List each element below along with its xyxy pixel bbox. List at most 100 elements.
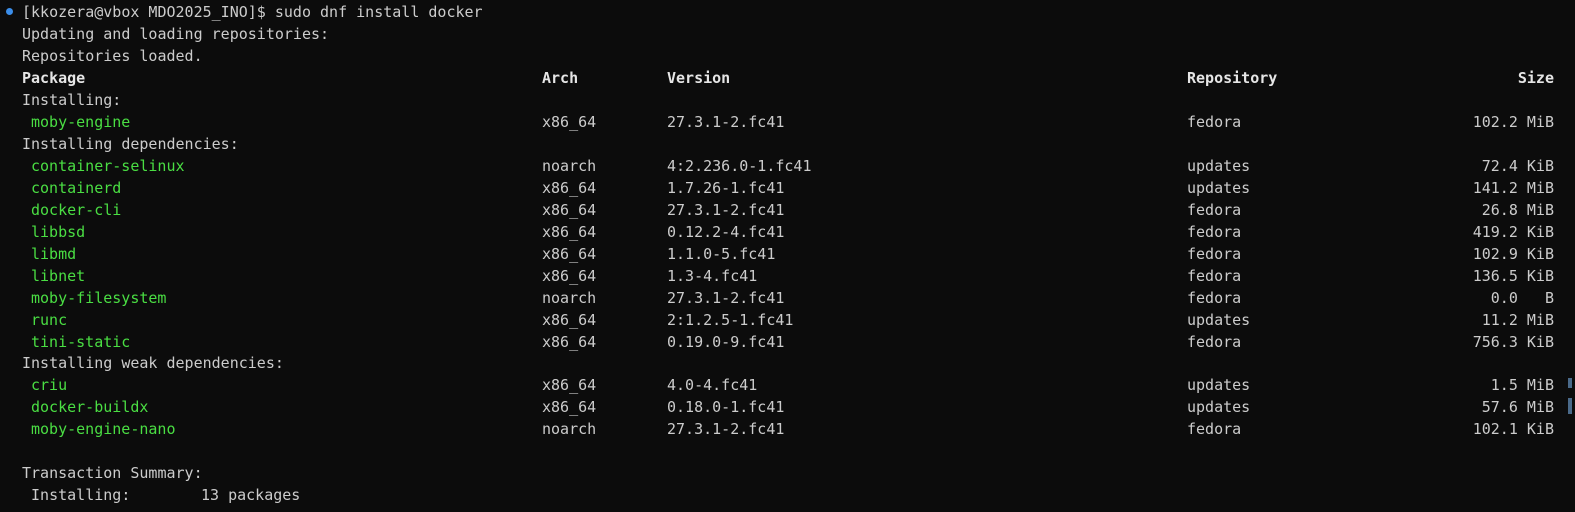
scroll-marker [1568,398,1572,414]
package-repository: fedora [1187,201,1242,219]
table-row: criu x86_64 4.0-4.fc41 updates 1.5 MiB [0,374,1560,396]
scroll-marker [1568,378,1572,388]
table-row: moby-engine x86_64 27.3.1-2.fc41 fedora 102.… [0,111,1560,133]
package-version: 4.0-4.fc41 [667,376,758,394]
package-size: 26.8 MiB [1481,201,1554,219]
package-arch: x86_64 [542,333,597,351]
package-size: 102.9 KiB [1472,245,1554,263]
package-name: container-selinux [31,157,185,175]
package-version: 1.1.0-5.fc41 [667,245,776,263]
header-repository: Repository [1187,69,1278,87]
package-name: moby-filesystem [31,289,167,307]
command: sudo dnf install docker [274,3,483,21]
package-size: 102.2 MiB [1472,113,1554,131]
table-row: tini-static x86_64 0.19.0-9.fc41 fedora 756.… [0,331,1560,353]
package-name: runc [31,311,68,329]
package-version: 27.3.1-2.fc41 [667,289,785,307]
package-name: libnet [31,267,86,285]
package-name: libbsd [31,223,86,241]
table-row: docker-cli x86_64 27.3.1-2.fc41 fedora 26.8 … [0,199,1560,221]
prompt: [kkozera@vbox MDO2025_INO]$ [22,3,275,21]
package-repository: updates [1187,157,1251,175]
package-repository: fedora [1187,223,1242,241]
section-dependencies: Installing dependencies: [22,135,239,153]
package-name: moby-engine [31,113,131,131]
table-row: moby-engine-nano noarch 27.3.1-2.fc41 fedor… [0,418,1560,440]
header-size: Size [1517,69,1554,87]
section-weak-dependencies: Installing weak dependencies: [22,354,284,372]
package-version: 27.3.1-2.fc41 [667,201,785,219]
package-arch: x86_64 [542,201,597,219]
package-name: tini-static [31,333,131,351]
header-version: Version [667,69,731,87]
package-arch: x86_64 [542,311,597,329]
package-size: 756.3 KiB [1472,333,1554,351]
package-arch: x86_64 [542,376,597,394]
package-repository: fedora [1187,289,1242,307]
package-arch: x86_64 [542,267,597,285]
summary-installing-label: Installing: [22,486,131,504]
prompt-marker-icon [6,8,13,15]
summary-installing-value: 13 packages [201,486,301,504]
package-size: 0.0 B [1490,289,1554,307]
package-version: 1.3-4.fc41 [667,267,758,285]
section-installing: Installing: [22,91,122,109]
package-arch: noarch [542,289,597,307]
scrollbar[interactable] [1561,0,1575,512]
terminal-window[interactable]: [kkozera@vbox MDO2025_INO]$ sudo dnf ins… [0,0,1575,512]
package-version: 0.19.0-9.fc41 [667,333,785,351]
package-version: 27.3.1-2.fc41 [667,113,785,131]
package-name: moby-engine-nano [31,420,176,438]
table-header: Package Arch Version Repository Size [0,67,1560,89]
package-version: 1.7.26-1.fc41 [667,179,785,197]
package-name: docker-cli [31,201,122,219]
summary-installing: Installing: 13 packages [0,484,1560,506]
package-size: 57.6 MiB [1481,398,1554,416]
package-repository: fedora [1187,333,1242,351]
package-version: 27.3.1-2.fc41 [667,420,785,438]
table-row: runc x86_64 2:1.2.5-1.fc41 updates 11.2 MiB [0,309,1560,331]
package-repository: updates [1187,179,1251,197]
command-line: [kkozera@vbox MDO2025_INO]$ sudo dnf ins… [22,1,483,23]
package-repository: updates [1187,311,1251,329]
summary-title: Transaction Summary: [22,464,203,482]
package-name: docker-buildx [31,398,149,416]
table-row: container-selinux noarch 4:2.236.0-1.fc41 u… [0,155,1560,177]
package-size: 72.4 KiB [1481,157,1554,175]
package-size: 141.2 MiB [1472,179,1554,197]
table-row: moby-filesystem noarch 27.3.1-2.fc41 fedora… [0,287,1560,309]
package-arch: noarch [542,157,597,175]
header-arch: Arch [542,69,579,87]
table-row: containerd x86_64 1.7.26-1.fc41 updates 141.… [0,177,1560,199]
output-updating: Updating and loading repositories: [22,25,330,43]
package-arch: x86_64 [542,113,597,131]
package-name: criu [31,376,68,394]
package-size: 419.2 KiB [1472,223,1554,241]
package-repository: updates [1187,398,1251,416]
package-size: 136.5 KiB [1472,267,1554,285]
package-version: 2:1.2.5-1.fc41 [667,311,794,329]
package-arch: noarch [542,420,597,438]
package-arch: x86_64 [542,245,597,263]
output-loaded: Repositories loaded. [22,47,203,65]
package-repository: fedora [1187,245,1242,263]
package-name: containerd [31,179,122,197]
header-package: Package [22,69,86,87]
package-arch: x86_64 [542,398,597,416]
package-arch: x86_64 [542,179,597,197]
package-repository: fedora [1187,267,1242,285]
table-row: libnet x86_64 1.3-4.fc41 fedora 136.5 KiB [0,265,1560,287]
package-size: 1.5 MiB [1490,376,1554,394]
package-version: 0.18.0-1.fc41 [667,398,785,416]
package-size: 102.1 KiB [1472,420,1554,438]
table-row: docker-buildx x86_64 0.18.0-1.fc41 updates 5… [0,396,1560,418]
package-version: 4:2.236.0-1.fc41 [667,157,812,175]
table-row: libmd x86_64 1.1.0-5.fc41 fedora 102.9 KiB [0,243,1560,265]
table-row: libbsd x86_64 0.12.2-4.fc41 fedora 419.2 KiB [0,221,1560,243]
package-repository: fedora [1187,113,1242,131]
package-version: 0.12.2-4.fc41 [667,223,785,241]
package-name: libmd [31,245,77,263]
package-repository: fedora [1187,420,1242,438]
package-arch: x86_64 [542,223,597,241]
package-size: 11.2 MiB [1481,311,1554,329]
